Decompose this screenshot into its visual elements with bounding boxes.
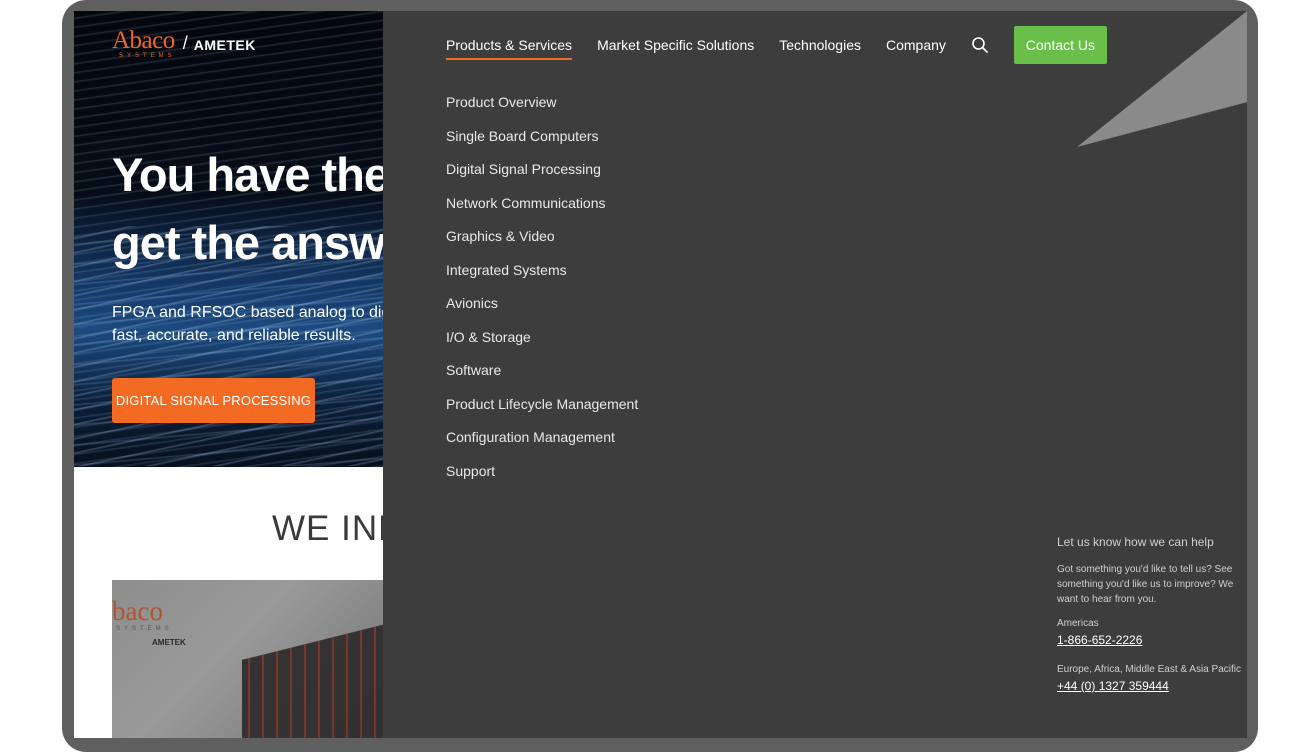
- phone-link-emea-apac[interactable]: +44 (0) 1327 359444: [1057, 677, 1247, 695]
- logo-tagline: SYSTEMS: [119, 53, 176, 59]
- menu-item-product-overview[interactable]: Product Overview: [446, 93, 638, 127]
- menu-item-support[interactable]: Support: [446, 462, 638, 496]
- menu-item-network-communications[interactable]: Network Communications: [446, 194, 638, 228]
- logo-separator: /: [182, 33, 188, 53]
- region-label-americas: Americas: [1057, 618, 1099, 629]
- menu-item-integrated-systems[interactable]: Integrated Systems: [446, 261, 638, 295]
- thumb-logo-text: baco: [112, 596, 163, 626]
- thumb-logo-ametek: AMETEK: [152, 638, 186, 647]
- menu-item-product-lifecycle-management[interactable]: Product Lifecycle Management: [446, 395, 638, 429]
- feature-thumbnail[interactable]: baco SYSTEMS AMETEK: [112, 580, 412, 738]
- contact-us-button[interactable]: Contact Us: [1013, 26, 1107, 64]
- dsp-cta-button[interactable]: DIGITAL SIGNAL PROCESSING: [112, 378, 315, 423]
- menu-item-single-board-computers[interactable]: Single Board Computers: [446, 127, 638, 161]
- search-icon[interactable]: [971, 36, 989, 54]
- main-nav: Products & Services Market Specific Solu…: [446, 26, 1107, 68]
- thumb-logo-tagline: SYSTEMS: [116, 626, 173, 632]
- hero-title-line-1: You have the: [112, 148, 390, 201]
- hero-banner: Abaco SYSTEMS / AMETEK You have the get …: [74, 11, 394, 467]
- phone-link-americas[interactable]: 1-866-652-2226: [1057, 631, 1247, 649]
- logo-ametek-text: AMETEK: [193, 37, 256, 53]
- mega-menu-panel: Products & Services Market Specific Solu…: [383, 11, 1247, 738]
- menu-item-graphics-video[interactable]: Graphics & Video: [446, 227, 638, 261]
- logo-abaco-text: Abaco: [112, 27, 175, 54]
- help-title: Let us know how we can help: [1057, 535, 1214, 549]
- menu-item-configuration-management[interactable]: Configuration Management: [446, 428, 638, 462]
- nav-market-specific-solutions[interactable]: Market Specific Solutions: [597, 36, 754, 62]
- hero-title: You have the get the answe: [112, 141, 394, 277]
- hero-subtitle: FPGA and RFSOC based analog to dig- fast…: [112, 301, 394, 347]
- hero-title-line-2: get the answe: [112, 216, 394, 269]
- hero-subtitle-line-2: fast, accurate, and reliable results.: [112, 327, 356, 344]
- browser-viewport: Abaco SYSTEMS / AMETEK You have the get …: [74, 11, 1247, 738]
- menu-item-avionics[interactable]: Avionics: [446, 294, 638, 328]
- menu-item-digital-signal-processing[interactable]: Digital Signal Processing: [446, 160, 638, 194]
- nav-technologies[interactable]: Technologies: [779, 36, 861, 62]
- menu-item-software[interactable]: Software: [446, 361, 638, 395]
- nav-company[interactable]: Company: [886, 36, 946, 62]
- help-contact-block: Let us know how we can help Got somethin…: [1057, 535, 1247, 709]
- site-logo[interactable]: Abaco SYSTEMS / AMETEK: [112, 27, 256, 59]
- region-label-emea-apac: Europe, Africa, Middle East & Asia Pacif…: [1057, 664, 1241, 675]
- menu-item-io-storage[interactable]: I/O & Storage: [446, 328, 638, 362]
- products-submenu: Product Overview Single Board Computers …: [446, 93, 638, 495]
- nav-products-services[interactable]: Products & Services: [446, 36, 573, 62]
- hero-subtitle-line-1: FPGA and RFSOC based analog to dig-: [112, 304, 394, 321]
- help-body: Got something you'd like to tell us? See…: [1057, 564, 1234, 605]
